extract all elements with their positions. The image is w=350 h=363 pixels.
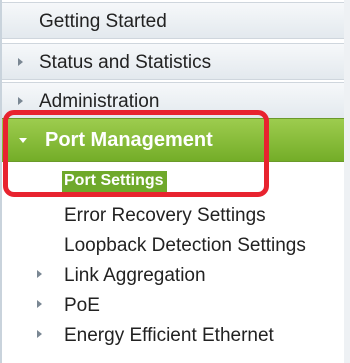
submenu-item-label: Link Aggregation — [64, 265, 206, 286]
scrollbar[interactable] — [344, 0, 350, 363]
submenu-item-poe[interactable]: PoE — [2, 290, 350, 320]
submenu-item-loopback-detection-settings[interactable]: Loopback Detection Settings — [2, 230, 350, 260]
chevron-right-icon — [37, 270, 42, 278]
menu-item-label: Status and Statistics — [39, 52, 212, 73]
submenu-item-label: Energy Efficient Ethernet — [64, 325, 274, 346]
menu-item-label: Getting Started — [39, 11, 167, 32]
submenu-item-label: Loopback Detection Settings — [64, 235, 306, 256]
menu-item-getting-started[interactable]: Getting Started — [2, 2, 350, 39]
submenu-item-label: PoE — [64, 295, 100, 316]
submenu-item-label[interactable]: Port Settings — [62, 171, 167, 192]
chevron-right-icon — [18, 97, 23, 105]
submenu-item-label: Error Recovery Settings — [64, 205, 266, 226]
chevron-down-icon — [19, 138, 27, 143]
menu-item-port-management[interactable]: Port Management — [2, 118, 350, 162]
menu-item-administration[interactable]: Administration — [2, 82, 350, 119]
submenu-item-error-recovery-settings[interactable]: Error Recovery Settings — [2, 200, 350, 230]
submenu-item-link-aggregation[interactable]: Link Aggregation — [2, 260, 350, 290]
navigation-tree: Getting Started Status and Statistics Ad… — [0, 0, 350, 363]
chevron-right-icon — [18, 58, 23, 66]
menu-item-label: Administration — [39, 91, 160, 112]
chevron-right-icon — [37, 300, 42, 308]
submenu-item-energy-efficient-ethernet[interactable]: Energy Efficient Ethernet — [2, 320, 350, 350]
chevron-right-icon — [37, 330, 42, 338]
menu-item-status-and-statistics[interactable]: Status and Statistics — [2, 43, 350, 80]
menu-item-label: Port Management — [45, 129, 213, 151]
